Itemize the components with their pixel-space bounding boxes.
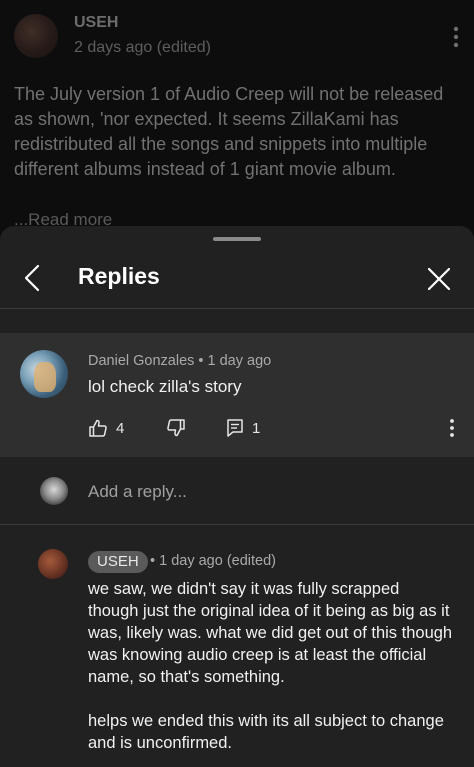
back-icon [24,264,40,292]
post-author-avatar[interactable] [14,14,58,58]
comment-author-meta[interactable]: Daniel Gonzales • 1 day ago [88,353,271,369]
app-root: USEH 2 days ago (edited) The July versio… [0,0,474,767]
add-reply-bar [0,457,474,525]
reply-icon [227,419,243,437]
back-button[interactable] [18,262,50,294]
reply-paragraph: helps we ended this with its all subject… [88,712,444,752]
replies-sheet: Replies Daniel Gonzales • 1 day ago lol … [0,226,474,767]
header-divider [0,308,474,309]
kebab-icon [450,419,454,437]
avatar [40,477,68,505]
reply-divider [0,524,474,525]
like-count: 4 [116,419,125,437]
post-timestamp: 2 days ago (edited) [74,39,211,56]
add-reply-input[interactable] [88,479,448,505]
like-button[interactable]: 4 [88,417,124,439]
sheet-title: Replies [78,263,160,289]
drag-handle[interactable] [213,237,261,241]
comment-text: lol check zilla's story [88,377,242,396]
background-post: USEH 2 days ago (edited) The July versio… [0,0,474,240]
dislike-icon [167,419,185,437]
post-body: The July version 1 of Audio Creep will n… [14,84,444,179]
close-button[interactable] [424,264,454,294]
comment-more-button[interactable] [442,417,462,439]
avatar[interactable] [20,350,68,398]
like-icon [89,419,107,437]
reply-paragraph: we saw, we didn't say it was fully scrap… [88,580,453,686]
reply-count: 1 [252,419,261,437]
avatar[interactable] [38,549,68,579]
parent-comment: Daniel Gonzales • 1 day ago lol check zi… [0,333,474,457]
close-icon [427,267,451,291]
author-badge[interactable]: USEH [88,551,148,573]
kebab-icon [453,26,459,48]
reply-comment: USEH • 1 day ago (edited) we saw, we did… [0,526,474,767]
reply-timestamp: • 1 day ago (edited) [150,553,276,569]
reply-body: we saw, we didn't say it was fully scrap… [88,578,454,767]
reply-button[interactable]: 1 [226,417,260,439]
post-author-name[interactable]: USEH [74,14,118,32]
dislike-button[interactable] [166,417,186,439]
post-more-button[interactable] [446,24,466,50]
